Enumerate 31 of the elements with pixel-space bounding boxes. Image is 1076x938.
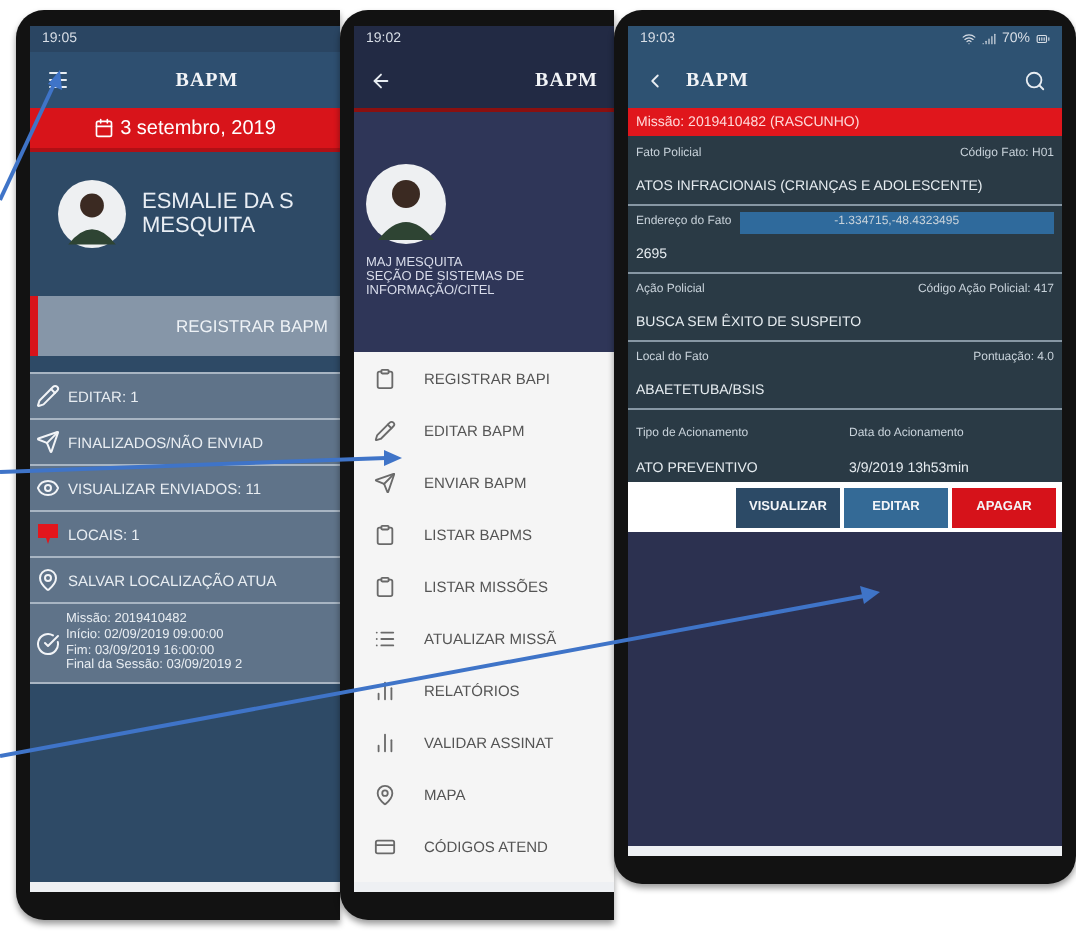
card-icon [374, 835, 396, 857]
signal-icon [981, 32, 996, 46]
clipboard-icon [374, 523, 396, 545]
user-name: ESMALIE DA S [142, 190, 294, 214]
map-pin-icon [36, 568, 60, 592]
app-logo: BAPM [686, 69, 749, 91]
map-pin-icon [374, 783, 396, 805]
clipboard-icon [374, 367, 396, 389]
badge-icon [36, 522, 60, 546]
battery-icon [1036, 32, 1050, 46]
calendar-icon [94, 118, 115, 138]
chart-icon [374, 679, 396, 701]
arrow [0, 70, 62, 201]
avatar [58, 180, 126, 248]
check-icon [36, 631, 60, 656]
clipboard-icon [374, 575, 396, 597]
search-icon[interactable] [1024, 69, 1046, 91]
date-text: 3 setembro, 2019 [120, 117, 276, 139]
wifi-icon [961, 32, 976, 46]
eye-icon [36, 476, 60, 500]
chart-icon [374, 731, 396, 753]
send-icon [36, 430, 60, 454]
app-logo: BAPM [175, 69, 239, 91]
app-logo: BAPM [535, 69, 598, 91]
avatar [366, 164, 446, 244]
back-icon[interactable] [370, 69, 392, 91]
pencil-icon [374, 419, 396, 441]
pencil-icon [36, 384, 60, 408]
send-icon [374, 471, 396, 493]
user-name: MESQUITA [142, 214, 258, 238]
list-icon [374, 627, 396, 649]
